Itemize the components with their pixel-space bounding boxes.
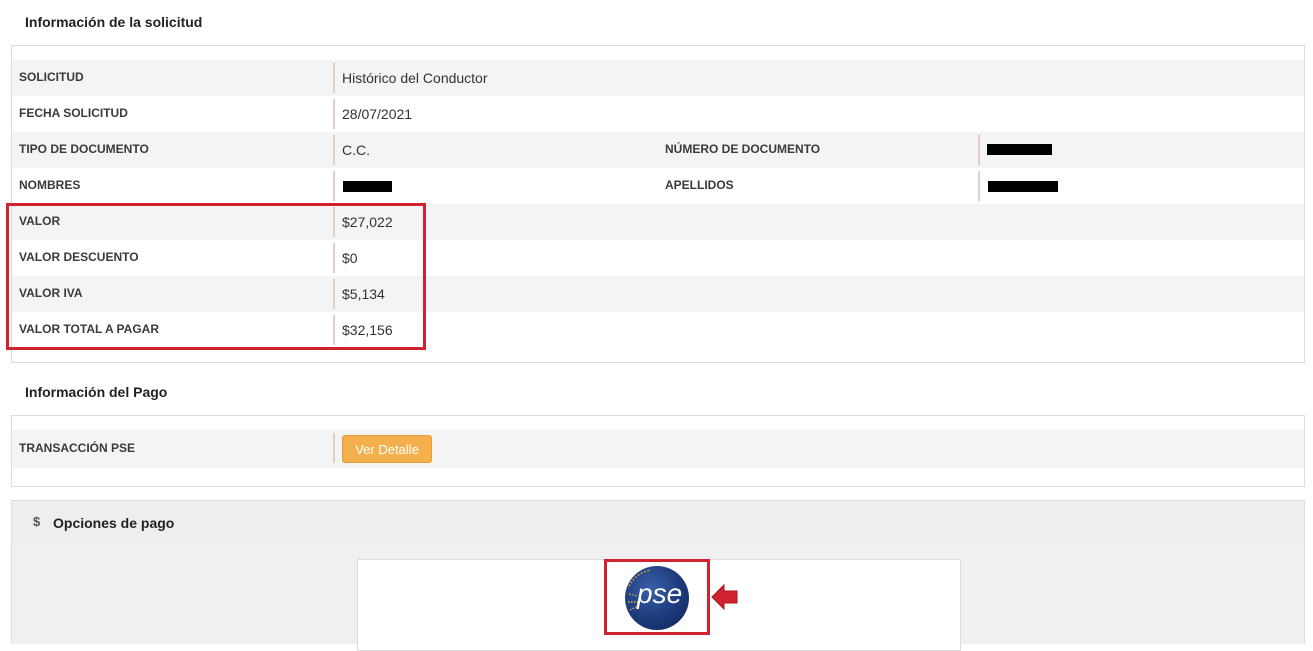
- fecha-solicitud-label: FECHA SOLICITUD: [19, 106, 128, 120]
- divider: [333, 135, 335, 165]
- divider: [333, 99, 335, 129]
- table-row: NOMBRES APELLIDOS: [12, 168, 1304, 204]
- table-row: TRANSACCIÓN PSE Ver Detalle: [12, 430, 1304, 468]
- redacted-nombres: [343, 181, 392, 192]
- pago-section-title: Información del Pago: [25, 384, 168, 400]
- values-highlight-box: [6, 203, 426, 350]
- opciones-pago-title: Opciones de pago: [53, 515, 175, 531]
- opciones-pago-header: $ Opciones de pago: [11, 500, 1305, 545]
- divider: [333, 171, 335, 201]
- divider: [333, 63, 335, 93]
- pointer-arrow-icon: [711, 583, 738, 611]
- pago-panel: TRANSACCIÓN PSE Ver Detalle: [11, 415, 1305, 487]
- fecha-solicitud-value: 28/07/2021: [342, 106, 413, 122]
- table-row: SOLICITUD Histórico del Conductor: [12, 60, 1304, 96]
- solicitud-label: SOLICITUD: [19, 70, 84, 84]
- transaccion-pse-label: TRANSACCIÓN PSE: [19, 441, 136, 455]
- solicitud-value: Histórico del Conductor: [342, 70, 488, 86]
- redacted-numero-documento: [987, 144, 1052, 155]
- nombres-label: NOMBRES: [19, 178, 81, 192]
- redacted-apellidos: [988, 181, 1058, 192]
- apellidos-label: APELLIDOS: [665, 178, 734, 192]
- divider: [978, 135, 980, 165]
- numero-documento-label: NÚMERO DE DOCUMENTO: [665, 142, 821, 156]
- tipo-documento-value: C.C.: [342, 142, 370, 158]
- dollar-icon: $: [33, 514, 41, 529]
- pse-highlight-box: [604, 559, 710, 635]
- tipo-documento-label: TIPO DE DOCUMENTO: [19, 142, 149, 156]
- table-row: FECHA SOLICITUD 28/07/2021: [12, 96, 1304, 132]
- divider: [978, 171, 980, 201]
- solicitud-section-title: Información de la solicitud: [25, 14, 203, 30]
- table-row: TIPO DE DOCUMENTO C.C. NÚMERO DE DOCUMEN…: [12, 132, 1304, 168]
- divider: [333, 433, 335, 463]
- ver-detalle-button[interactable]: Ver Detalle: [342, 435, 432, 463]
